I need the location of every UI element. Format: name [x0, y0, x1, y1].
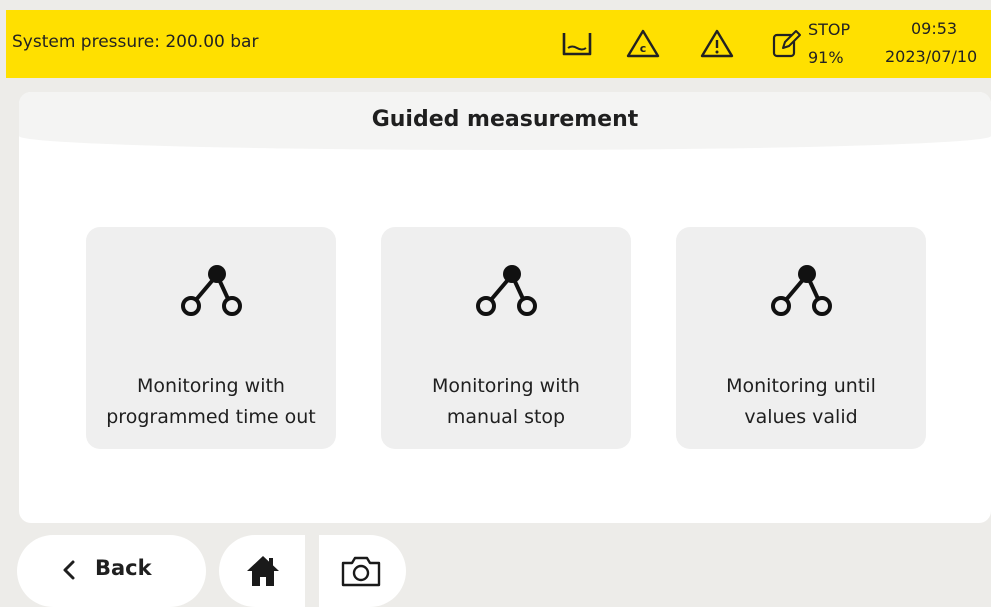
- option-label: Monitoring until values valid: [726, 375, 876, 428]
- home-button[interactable]: [219, 535, 305, 607]
- back-label: Back: [95, 556, 152, 580]
- reservoir-icon: [560, 27, 594, 61]
- workflow-nodes-icon: [86, 257, 336, 317]
- workflow-nodes-icon: [676, 257, 926, 317]
- svg-text:c: c: [640, 42, 647, 55]
- option-card-values-valid[interactable]: Monitoring until values valid: [676, 227, 926, 449]
- option-label: Monitoring with programmed time out: [106, 375, 316, 428]
- option-card-programmed-time-out[interactable]: Monitoring with programmed time out: [86, 227, 336, 449]
- chevron-left-icon: [61, 559, 77, 585]
- clock-date: 2023/07/10: [885, 47, 978, 66]
- workflow-nodes-icon: [381, 257, 631, 317]
- clock-time: 09:53: [911, 19, 958, 38]
- edit-icon: [771, 29, 803, 65]
- stop-percent: 91%: [808, 48, 844, 67]
- camera-button[interactable]: [319, 535, 406, 607]
- option-card-manual-stop[interactable]: Monitoring with manual stop: [381, 227, 631, 449]
- warning-icon: [699, 27, 735, 61]
- stop-status: STOP 91%: [771, 17, 871, 77]
- calibration-warning-icon: c: [625, 27, 661, 61]
- stop-label: STOP: [808, 20, 851, 39]
- camera-icon: [341, 556, 381, 587]
- system-pressure: System pressure: 200.00 bar: [12, 32, 259, 52]
- status-bar: System pressure: 200.00 bar c STOP 91% 0…: [6, 10, 991, 78]
- option-label: Monitoring with manual stop: [432, 375, 580, 428]
- guided-measurement-panel: Guided measurement Monitoring with progr…: [19, 92, 991, 523]
- home-icon: [247, 556, 279, 586]
- page-title: Guided measurement: [371, 107, 639, 132]
- back-button[interactable]: Back: [17, 535, 206, 607]
